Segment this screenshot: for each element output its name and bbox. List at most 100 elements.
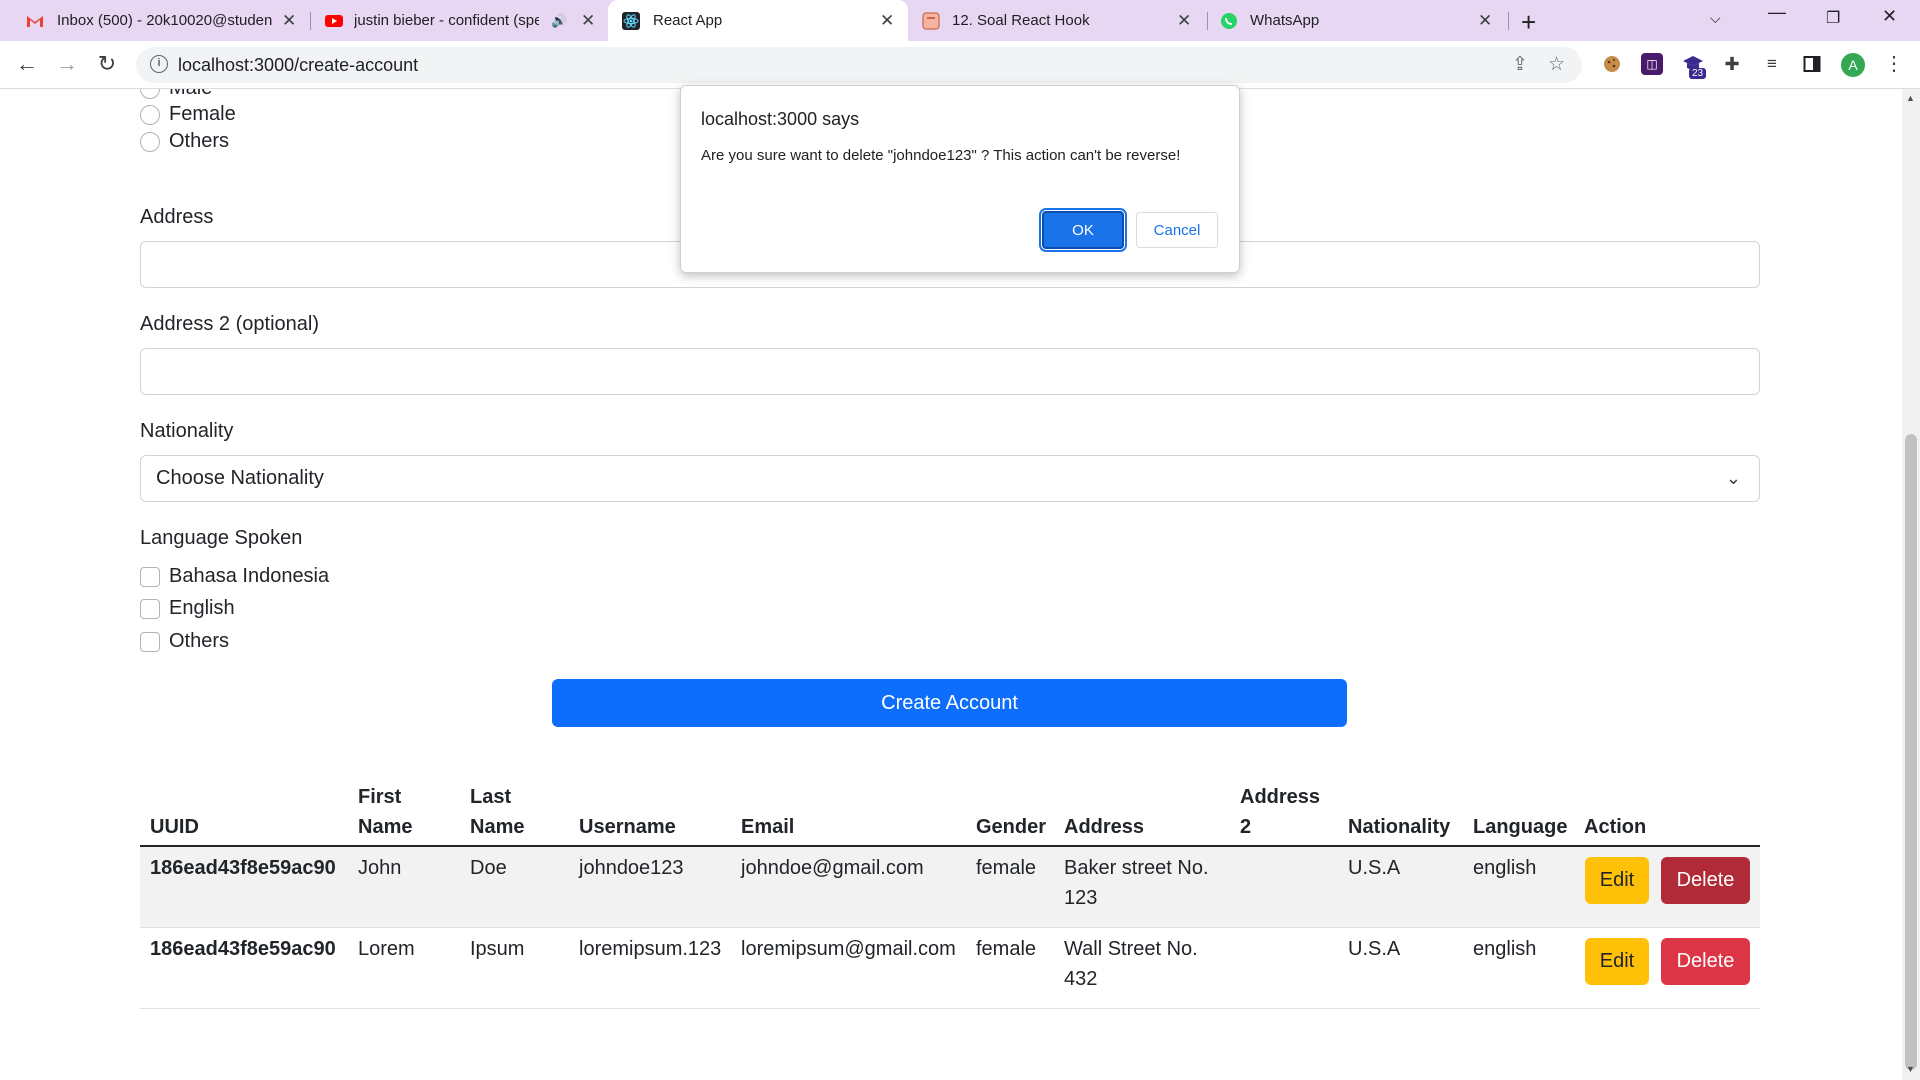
create-account-button[interactable]: Create Account [552,679,1347,727]
profile-avatar[interactable]: A [1841,53,1865,77]
nationality-select[interactable]: Choose Nationality ⌄ [140,455,1760,502]
gender-radio-others[interactable] [140,132,160,152]
cell-username: loremipsum.123 [579,938,722,960]
tab-title: WhatsApp [1250,12,1320,29]
language-label-english: English [169,597,235,619]
whatsapp-icon [1221,13,1237,29]
language-label-others: Others [169,630,230,652]
tab-gmail[interactable]: Inbox (500) - 20k10020@student ✕ [0,0,310,41]
header-username: Username [579,816,676,838]
new-tab-button[interactable]: + [1521,7,1536,38]
header-last-name-line1: Last [470,786,512,808]
browser-tab-strip: Inbox (500) - 20k10020@student ✕ justin … [0,0,1920,41]
react-icon [622,12,640,30]
browser-menu-icon[interactable]: ⋮ [1884,51,1904,76]
cell-nationality: U.S.A [1348,857,1401,879]
cell-address-line2: 432 [1064,968,1098,990]
close-tab-icon[interactable]: ✕ [1177,11,1191,31]
cell-email: johndoe@gmail.com [741,857,924,879]
cell-language: english [1473,938,1537,960]
cell-gender: female [976,857,1037,879]
table-row: 186ead43f8e59ac90 John Doe johndoe123 jo… [140,847,1760,928]
youtube-icon [325,15,343,27]
tab-search-chevron-icon[interactable]: ⌵ [1710,10,1721,27]
url-text: localhost:3000/create-account [178,55,419,75]
reload-icon[interactable]: ↻ [93,50,121,78]
table-header: UUID First Name Last Name Username Email… [140,759,1760,847]
edit-button[interactable]: Edit [1585,857,1649,904]
dialog-ok-button[interactable]: OK [1039,208,1127,252]
close-tab-icon[interactable]: ✕ [282,11,296,31]
header-email: Email [741,816,795,838]
dialog-message: Are you sure want to delete "johndoe123"… [701,147,1181,164]
gmail-icon [27,16,43,27]
cell-language: english [1473,857,1537,879]
site-info-icon[interactable]: i [150,55,168,73]
address2-input[interactable] [140,348,1760,395]
share-icon[interactable]: ⇪ [1512,53,1528,76]
scroll-up-arrow-icon[interactable]: ▲ [1906,93,1915,103]
puzzle-extensions-icon[interactable]: ✚ [1721,53,1743,75]
gender-radio-female[interactable] [140,105,160,125]
gender-label-female: Female [169,103,236,125]
close-tab-icon[interactable]: ✕ [581,11,595,31]
close-tab-icon[interactable]: ✕ [880,11,894,31]
close-window-icon[interactable]: ✕ [1882,6,1897,27]
language-checkbox-others[interactable] [140,632,160,652]
extension-box-icon[interactable]: ◫ [1641,53,1663,75]
cell-last-name: Ipsum [470,938,525,960]
scroll-down-arrow-icon[interactable]: ▼ [1906,1064,1915,1074]
notebook-icon [922,12,940,30]
cell-uuid: 186ead43f8e59ac90 [150,938,336,960]
cell-gender: female [976,938,1037,960]
scrollbar-thumb[interactable] [1905,434,1917,1070]
edit-button[interactable]: Edit [1585,938,1649,985]
back-arrow-icon[interactable]: ← [13,50,41,78]
cell-first-name: Lorem [358,938,415,960]
tab-react-app[interactable]: React App ✕ [608,0,908,41]
browser-toolbar: ← → ↻ i localhost:3000/create-account ⇪ … [0,41,1920,89]
language-label: Language Spoken [140,527,303,549]
bookmark-star-icon[interactable]: ☆ [1548,53,1565,76]
header-uuid: UUID [150,816,199,838]
cell-first-name: John [358,857,402,879]
tab-soal-react-hook[interactable]: 12. Soal React Hook ✕ [910,0,1205,41]
side-panel-icon[interactable] [1801,53,1823,75]
speaker-icon[interactable]: 🔊 [551,13,567,29]
cell-address-line1: Baker street No. [1064,857,1209,879]
tab-youtube[interactable]: justin bieber - confident (spe 🔊 ✕ [311,0,606,41]
delete-button[interactable]: Delete [1661,938,1750,985]
restore-window-icon[interactable]: ❐ [1826,8,1840,28]
tab-divider [1508,12,1509,30]
page-scrollbar[interactable]: ▲ ▼ [1902,89,1920,1080]
extension-badge: 23 [1689,68,1707,79]
cell-last-name: Doe [470,857,507,879]
delete-button[interactable]: Delete [1661,857,1750,904]
tab-title: justin bieber - confident (spe [354,12,539,29]
cookie-extension-icon[interactable] [1601,53,1623,75]
header-action: Action [1584,816,1647,838]
dialog-cancel-button[interactable]: Cancel [1136,212,1218,248]
cell-nationality: U.S.A [1348,938,1401,960]
minimize-window-icon[interactable]: — [1768,2,1786,23]
header-nationality: Nationality [1348,816,1451,838]
media-queue-icon[interactable]: ≡ [1761,53,1783,75]
tab-title: React App [653,12,723,29]
gender-radio-male[interactable] [140,89,160,99]
language-label-bahasa: Bahasa Indonesia [169,565,330,587]
cell-address-line1: Wall Street No. [1064,938,1198,960]
tab-whatsapp[interactable]: WhatsApp ✕ [1208,0,1508,41]
address-bar[interactable]: i localhost:3000/create-account ⇪ ☆ [136,47,1582,83]
address-label: Address [140,206,214,228]
table-row: 186ead43f8e59ac90 Lorem Ipsum loremipsum… [140,928,1760,1009]
gender-label-others: Others [169,130,230,152]
forward-arrow-icon[interactable]: → [53,50,81,78]
nationality-selected-value: Choose Nationality [156,467,324,489]
close-tab-icon[interactable]: ✕ [1478,11,1492,31]
language-checkbox-english[interactable] [140,599,160,619]
header-language: Language [1473,816,1568,838]
tab-title: 12. Soal React Hook [952,12,1090,29]
confirm-dialog: localhost:3000 says Are you sure want to… [680,85,1240,273]
language-checkbox-bahasa[interactable] [140,567,160,587]
header-first-name-line1: First [358,786,402,808]
